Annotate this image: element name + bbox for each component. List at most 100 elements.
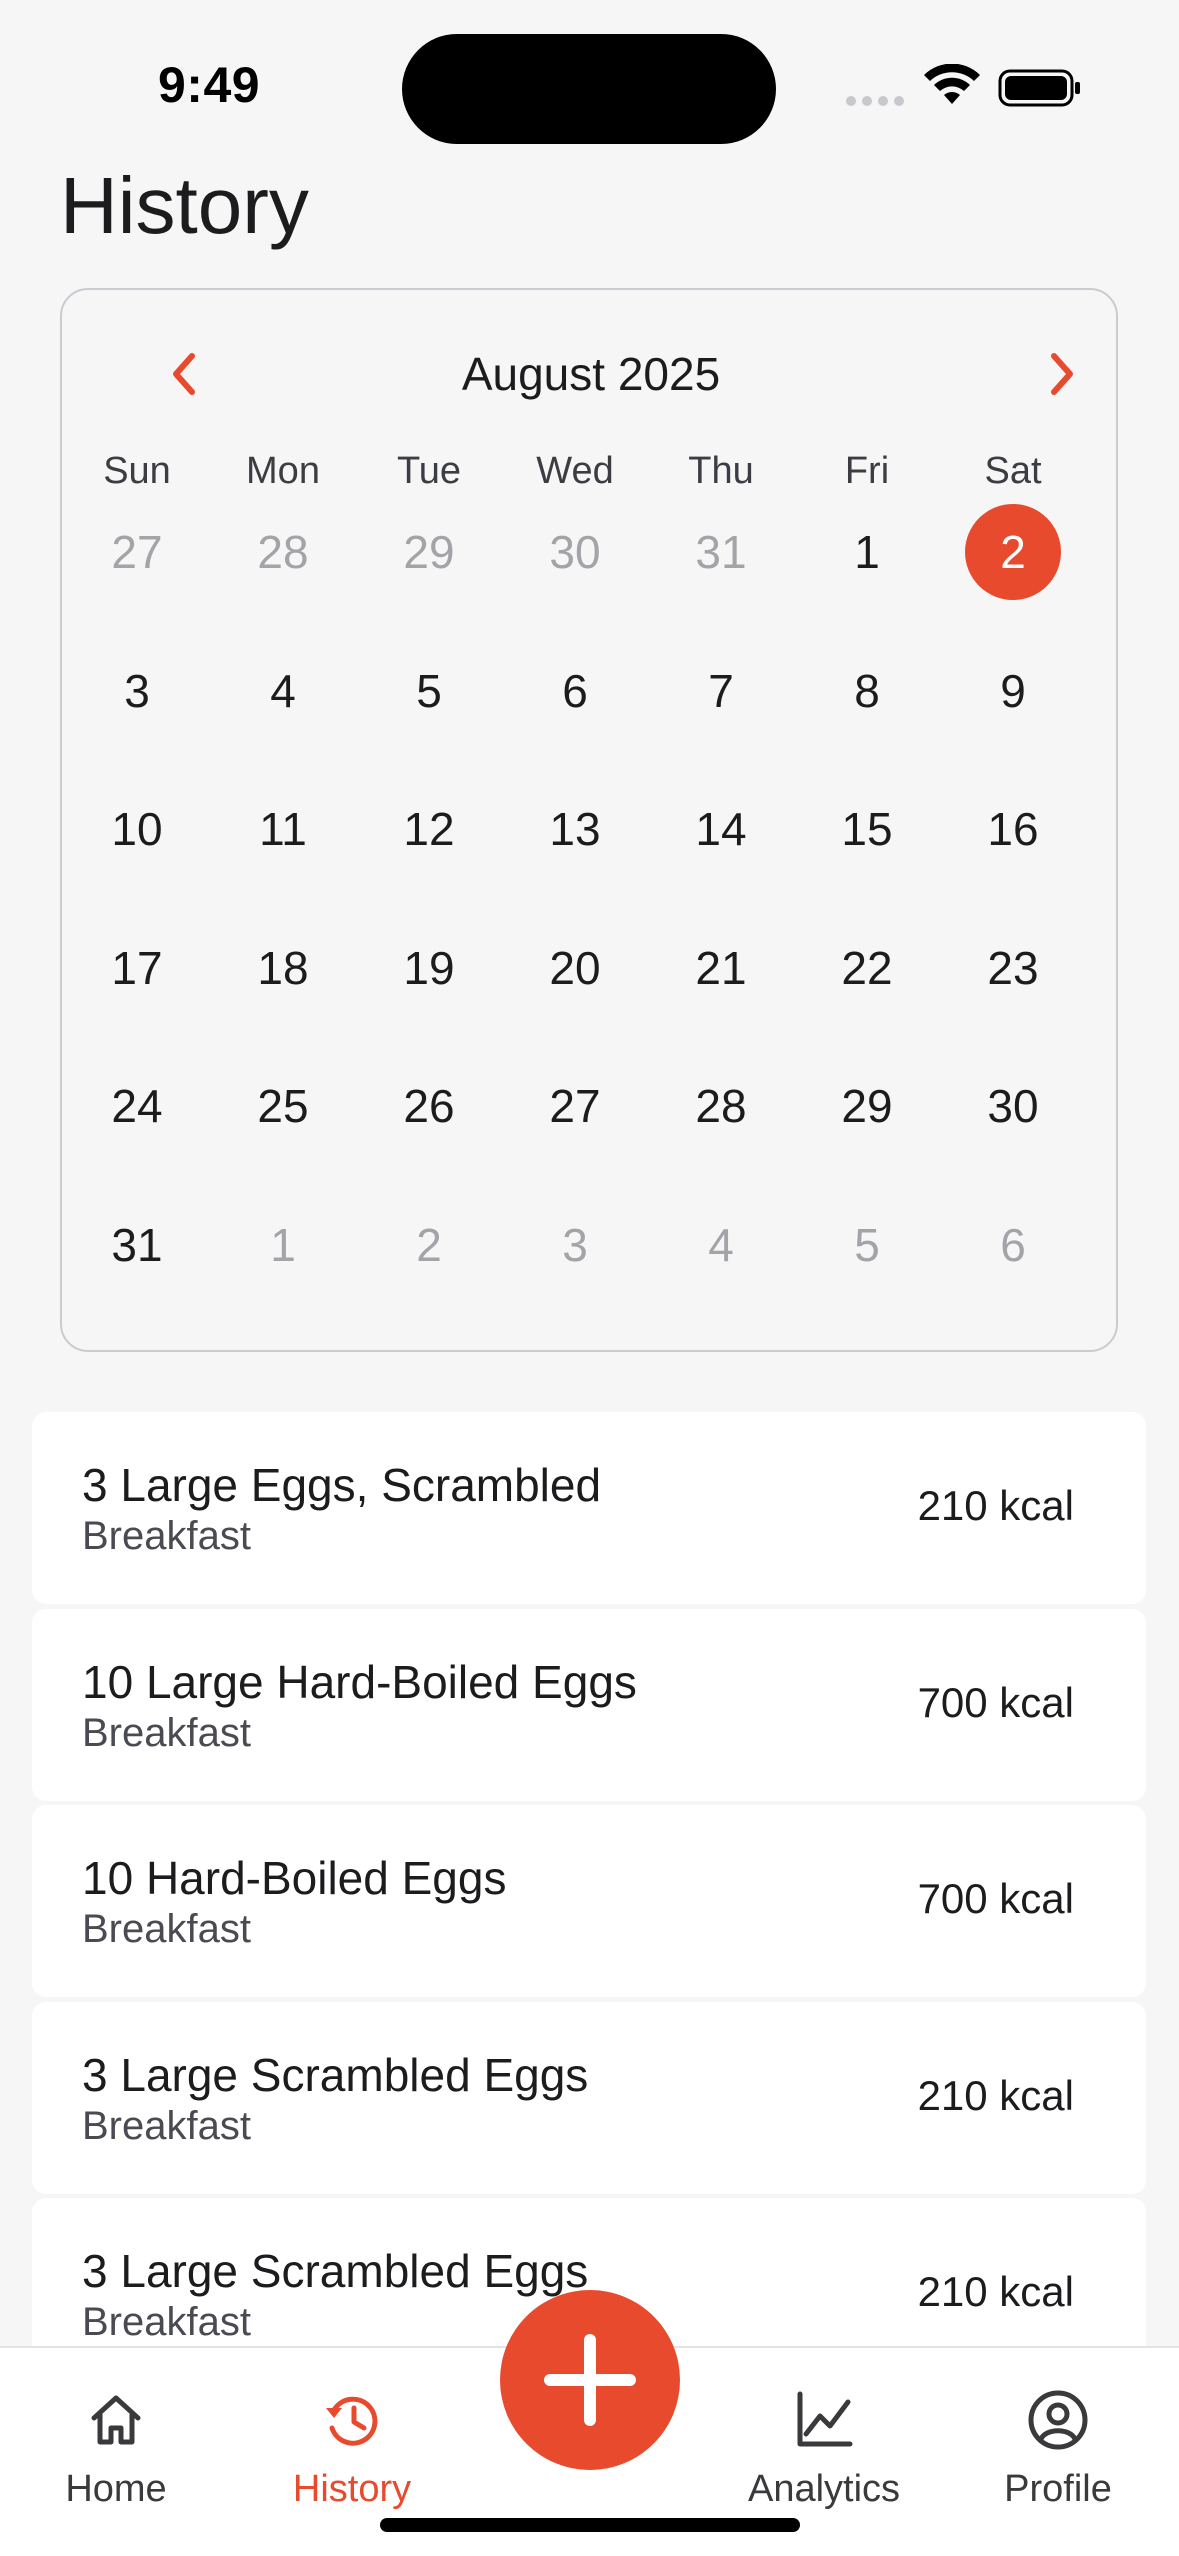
calendar-day[interactable]: 13 — [502, 779, 648, 879]
meal-card[interactable]: 10 Hard-Boiled Eggs Breakfast 700 kcal — [32, 1805, 1146, 1997]
meal-name: 3 Large Scrambled Eggs — [82, 2245, 589, 2297]
tab-home[interactable]: Home — [16, 2388, 216, 2510]
calendar-day-number: 22 — [841, 941, 893, 994]
history-icon — [326, 2396, 378, 2446]
weekday-label: Fri — [844, 450, 890, 492]
meal-name: 3 Large Eggs, Scrambled — [82, 1459, 602, 1511]
meal-kcal: 210 kcal — [917, 2071, 1074, 2119]
weekday-label: Thu — [688, 450, 754, 492]
tab-history[interactable]: History — [252, 2388, 452, 2510]
calendar-day-number: 25 — [257, 1080, 309, 1132]
calendar-day[interactable]: 24 — [64, 1056, 210, 1156]
calendar-day[interactable]: 31 — [64, 1195, 210, 1295]
calendar-day[interactable]: 6 — [940, 1195, 1086, 1295]
calendar-day[interactable]: 15 — [794, 779, 940, 879]
calendar-day[interactable]: 25 — [210, 1056, 356, 1156]
meal-card[interactable]: 3 Large Eggs, Scrambled Breakfast 210 kcal — [32, 1412, 1146, 1604]
calendar-day-number: 11 — [259, 803, 307, 855]
calendar-day[interactable]: 22 — [794, 918, 940, 1018]
chevron-right-icon — [1051, 353, 1073, 395]
calendar-day-number: 1 — [270, 1218, 296, 1271]
tab-profile-label: Profile — [1004, 2468, 1112, 2510]
calendar-day[interactable]: 12 — [356, 779, 502, 879]
plus-icon — [544, 2334, 636, 2426]
calendar-day-selected[interactable]: 2 — [940, 502, 1086, 602]
battery-icon — [998, 69, 1080, 107]
calendar-day[interactable]: 4 — [648, 1195, 794, 1295]
calendar-day-number: 4 — [708, 1218, 734, 1271]
profile-icon — [1028, 2390, 1088, 2450]
home-indicator — [380, 2518, 800, 2532]
meal-kcal: 700 kcal — [917, 1678, 1074, 1726]
chevron-left-icon — [173, 353, 195, 395]
tab-home-label: Home — [65, 2468, 167, 2510]
calendar-day[interactable]: 5 — [356, 641, 502, 741]
calendar-day-number: 5 — [416, 664, 442, 717]
calendar-day-number: 27 — [111, 526, 163, 578]
calendar-day-number: 19 — [403, 941, 455, 994]
calendar-day[interactable]: 3 — [502, 1195, 648, 1295]
calendar-day-number: 31 — [111, 1218, 163, 1271]
calendar-day[interactable]: 27 — [64, 502, 210, 602]
calendar-day[interactable]: 27 — [502, 1056, 648, 1156]
calendar-day[interactable]: 29 — [356, 502, 502, 602]
tab-analytics[interactable]: Analytics — [724, 2388, 924, 2510]
calendar-day[interactable]: 28 — [210, 502, 356, 602]
calendar-day-number: 28 — [695, 1080, 747, 1132]
next-month-button[interactable] — [1030, 342, 1094, 406]
meal-kcal: 700 kcal — [917, 1875, 1074, 1922]
calendar-day-number: 30 — [987, 1080, 1039, 1132]
meal-name: 3 Large Scrambled Eggs — [82, 2048, 589, 2101]
calendar-day[interactable]: 10 — [64, 779, 210, 879]
calendar-day[interactable]: 5 — [794, 1195, 940, 1295]
calendar-day[interactable]: 21 — [648, 918, 794, 1018]
calendar-day[interactable]: 7 — [648, 641, 794, 741]
add-meal-button[interactable] — [500, 2290, 680, 2470]
calendar-day[interactable]: 2 — [356, 1195, 502, 1295]
calendar-day[interactable]: 4 — [210, 641, 356, 741]
calendar-day-number: 4 — [270, 664, 296, 717]
calendar-day[interactable]: 19 — [356, 918, 502, 1018]
weekday-label: Sat — [984, 450, 1042, 492]
tab-history-label: History — [292, 2468, 412, 2510]
calendar-day[interactable]: 3 — [64, 641, 210, 741]
calendar-day-number: 1 — [854, 526, 880, 578]
meal-card[interactable]: 3 Large Scrambled Eggs Breakfast 210 kcal — [32, 2001, 1146, 2194]
calendar-day[interactable]: 28 — [648, 1056, 794, 1156]
calendar-day-number: 2 — [1000, 526, 1026, 578]
calendar-day[interactable]: 26 — [356, 1056, 502, 1156]
dynamic-island — [402, 34, 776, 144]
meal-type: Breakfast — [82, 1907, 251, 1951]
calendar-day[interactable]: 30 — [940, 1056, 1086, 1156]
calendar-day[interactable]: 6 — [502, 641, 648, 741]
calendar-day[interactable]: 16 — [940, 779, 1086, 879]
calendar-day[interactable]: 8 — [794, 641, 940, 741]
history-screen: 9:49 History August 2025 Sun Mon Tue Wed Thu… — [0, 0, 1179, 2556]
calendar-day[interactable]: 23 — [940, 918, 1086, 1018]
calendar-day[interactable]: 14 — [648, 779, 794, 879]
calendar-day[interactable]: 17 — [64, 918, 210, 1018]
calendar-day-number: 3 — [562, 1218, 588, 1271]
wifi-icon — [924, 64, 980, 104]
calendar-day-number: 18 — [257, 941, 309, 994]
meal-type: Breakfast — [82, 2300, 251, 2344]
calendar-day[interactable]: 31 — [648, 502, 794, 602]
meal-card[interactable]: 10 Large Hard-Boiled Eggs Breakfast 700 kc… — [32, 1608, 1146, 1801]
calendar-day-number: 2 — [416, 1218, 442, 1271]
calendar-day-number: 29 — [841, 1080, 893, 1132]
tab-profile[interactable]: Profile — [958, 2388, 1158, 2510]
calendar-day[interactable]: 11 — [210, 779, 356, 879]
calendar-day[interactable]: 1 — [794, 502, 940, 602]
previous-month-button[interactable] — [152, 342, 216, 406]
calendar-day[interactable]: 18 — [210, 918, 356, 1018]
calendar-day-number: 23 — [987, 941, 1039, 994]
calendar-day[interactable]: 20 — [502, 918, 648, 1018]
calendar-day-number: 27 — [549, 1080, 601, 1132]
calendar-day[interactable]: 1 — [210, 1195, 356, 1295]
calendar-day-number: 17 — [111, 941, 163, 994]
calendar-day-number: 29 — [403, 526, 455, 578]
calendar-day[interactable]: 29 — [794, 1056, 940, 1156]
meal-kcal: 210 kcal — [917, 1482, 1074, 1529]
calendar-day[interactable]: 30 — [502, 502, 648, 602]
calendar-day[interactable]: 9 — [940, 641, 1086, 741]
